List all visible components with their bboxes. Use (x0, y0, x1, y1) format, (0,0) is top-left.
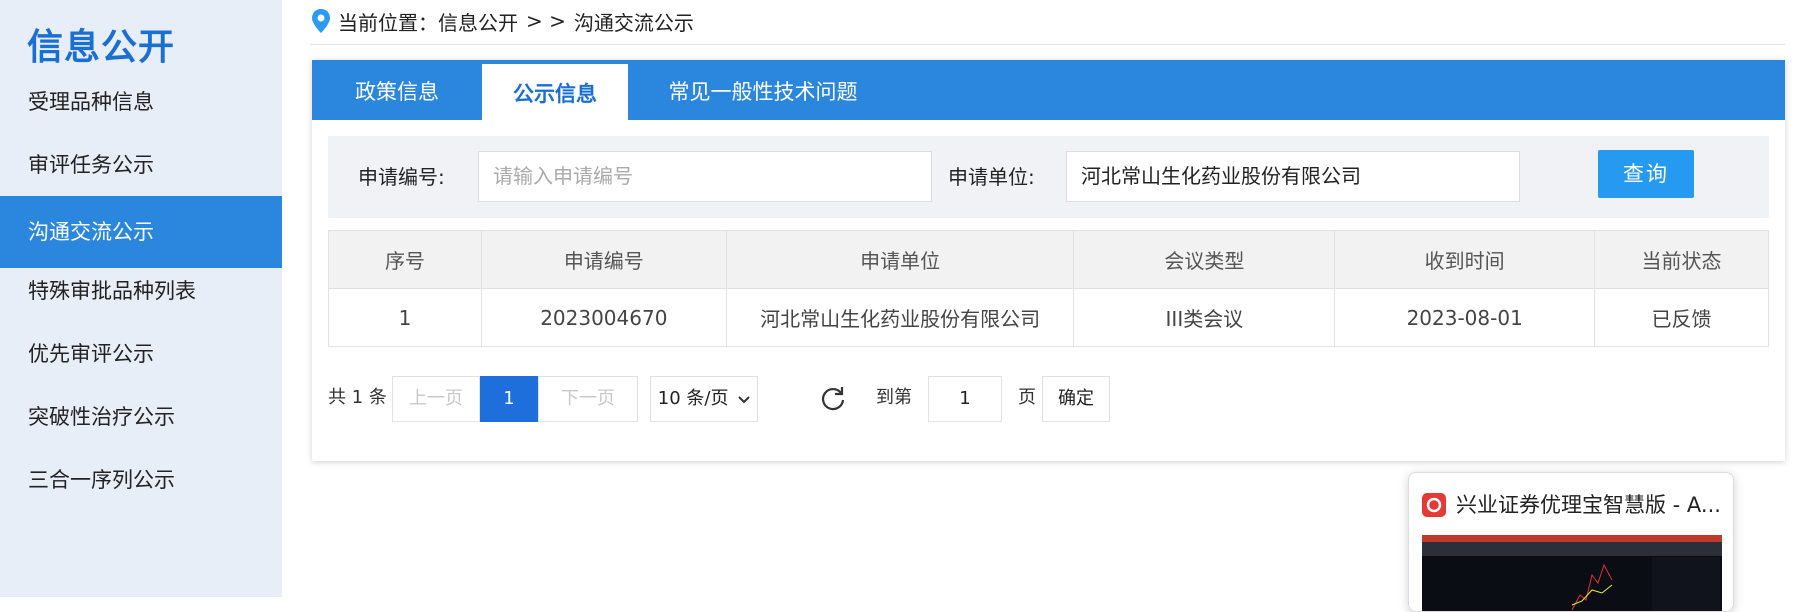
next-page-button[interactable]: 下一页 (538, 376, 638, 422)
sidebar-item-three-in-one[interactable]: 三合一序列公示 (0, 444, 282, 516)
applicant-input[interactable]: 河北常山生化药业股份有限公司 (1066, 151, 1520, 202)
page-unit-label: 页 (1018, 387, 1036, 408)
sidebar: 信息公开 受理品种信息 审评任务公示 沟通交流公示 特殊审批品种列表 优先审评公… (0, 0, 282, 597)
refresh-icon[interactable] (819, 384, 847, 412)
total-count: 共 1 条 (328, 387, 387, 408)
pagination: 共 1 条 上一页 1 下一页 10 条/页 到第 1 页 确定 (328, 376, 1228, 422)
location-pin-icon (312, 9, 330, 33)
table-row: 1 2023004670 河北常山生化药业股份有限公司 III类会议 2023-… (328, 288, 1769, 347)
query-button[interactable]: 查询 (1598, 150, 1694, 198)
page-size-select[interactable]: 10 条/页 (650, 376, 758, 422)
sidebar-title: 信息公开 (27, 27, 176, 68)
sidebar-item-review-tasks[interactable]: 审评任务公示 (0, 129, 282, 201)
stock-chart-thumbnail-icon (1422, 535, 1722, 611)
column-header-application-no: 申请编号 (480, 230, 727, 289)
page-size-value: 10 条/页 (657, 388, 729, 409)
breadcrumb-separator: > > (526, 9, 566, 33)
breadcrumb-current: 沟通交流公示 (573, 10, 694, 35)
chevron-down-icon (738, 396, 750, 404)
cell-application-no: 2023004670 (480, 288, 727, 347)
goto-page-input[interactable]: 1 (928, 376, 1002, 422)
tab-policy-info[interactable]: 政策信息 (312, 60, 482, 120)
breadcrumb-level1[interactable]: 信息公开 (438, 7, 518, 36)
breadcrumb-prefix: 当前位置： (338, 10, 438, 35)
sidebar-item-accepted-varieties[interactable]: 受理品种信息 (0, 66, 282, 138)
app-logo-icon (1422, 493, 1446, 517)
results-table: 序号 申请编号 申请单位 会议类型 收到时间 当前状态 1 2023004670… (328, 230, 1769, 347)
search-form: 申请编号: 请输入申请编号 申请单位: 河北常山生化药业股份有限公司 查询 (328, 136, 1769, 218)
cell-status: 已反馈 (1594, 288, 1769, 347)
breadcrumb: 当前位置： 信息公开 > > 沟通交流公示 (310, 4, 694, 38)
tab-public-info[interactable]: 公示信息 (482, 64, 628, 120)
column-header-index: 序号 (328, 230, 482, 289)
application-no-label: 申请编号: (358, 165, 445, 189)
sidebar-item-priority-review[interactable]: 优先审评公示 (0, 318, 282, 390)
table-header-row: 序号 申请编号 申请单位 会议类型 收到时间 当前状态 (328, 230, 1769, 289)
page-1-button[interactable]: 1 (480, 376, 538, 422)
tab-common-tech-questions[interactable]: 常见一般性技术问题 (628, 60, 898, 120)
cell-received-date: 2023-08-01 (1334, 288, 1596, 347)
cell-applicant: 河北常山生化药业股份有限公司 (725, 288, 1075, 347)
prev-page-button[interactable]: 上一页 (392, 376, 480, 422)
column-header-received-date: 收到时间 (1334, 230, 1596, 289)
goto-label: 到第 (876, 387, 912, 408)
tab-bar: 政策信息 公示信息 常见一般性技术问题 (312, 60, 1785, 120)
column-header-meeting-type: 会议类型 (1073, 230, 1336, 289)
cell-index: 1 (328, 288, 482, 347)
confirm-button[interactable]: 确定 (1042, 376, 1110, 422)
application-no-input[interactable]: 请输入申请编号 (478, 151, 932, 202)
sidebar-item-breakthrough[interactable]: 突破性治疗公示 (0, 381, 282, 453)
breadcrumb-divider (310, 44, 1785, 45)
preview-window-title: 兴业证券优理宝智慧版 - A... (1456, 493, 1721, 517)
column-header-applicant: 申请单位 (725, 230, 1075, 289)
column-header-status: 当前状态 (1594, 230, 1769, 289)
main-content: 当前位置： 信息公开 > > 沟通交流公示 政策信息 公示信息 常见一般性技术问… (310, 0, 1785, 612)
sidebar-item-special-approval[interactable]: 特殊审批品种列表 (0, 255, 282, 327)
applicant-label: 申请单位: (948, 165, 1035, 189)
cell-meeting-type: III类会议 (1073, 288, 1336, 347)
preview-thumbnail (1422, 535, 1722, 611)
content-panel: 政策信息 公示信息 常见一般性技术问题 申请编号: 请输入申请编号 申请单位: … (312, 60, 1785, 461)
taskbar-preview-popup[interactable]: 兴业证券优理宝智慧版 - A... (1408, 472, 1734, 612)
